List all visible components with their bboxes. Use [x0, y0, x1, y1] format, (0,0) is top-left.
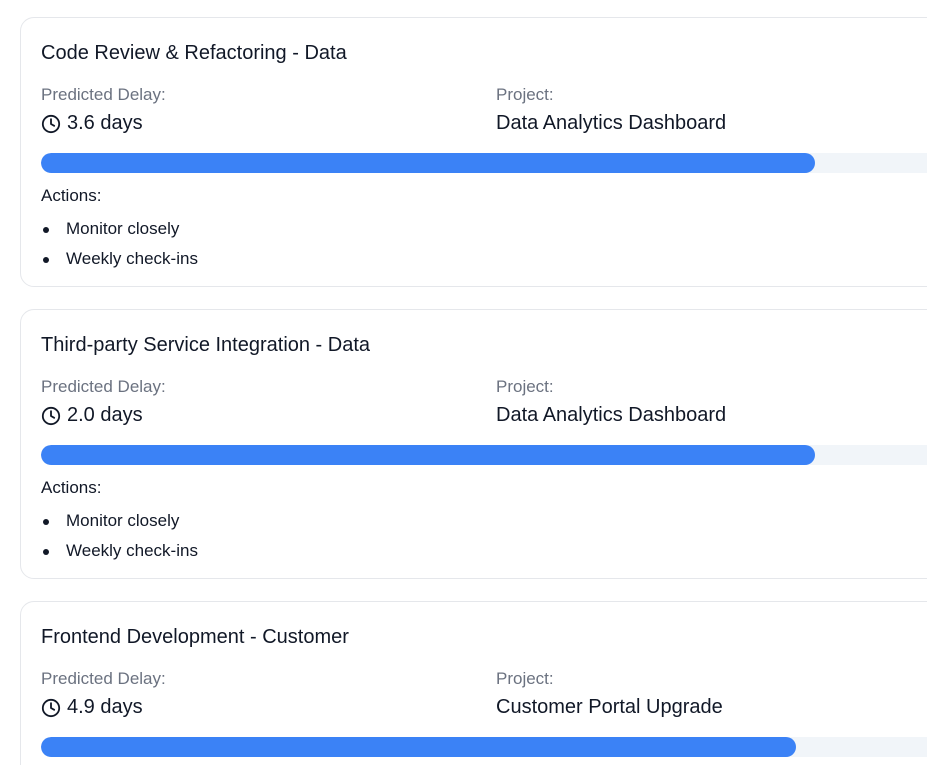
risk-card: Frontend Development - Customer Predicte…	[20, 601, 927, 765]
project-name: Customer Portal Upgrade	[496, 696, 723, 718]
card-title: Frontend Development - Customer	[41, 626, 349, 648]
action-item: Monitor closely	[41, 506, 198, 536]
project-name: Data Analytics Dashboard	[496, 404, 727, 426]
project-label: Project:	[496, 377, 554, 396]
delay-days-text: 3.6 days	[67, 112, 143, 134]
card-title: Code Review & Refactoring - Data	[41, 42, 347, 64]
risk-card: Third-party Service Integration - Data P…	[20, 309, 927, 579]
delay-progress-bar	[41, 737, 927, 757]
predicted-delay-label: Predicted Delay:	[41, 85, 166, 104]
delay-days-text: 4.9 days	[67, 696, 143, 718]
project-label: Project:	[496, 85, 554, 104]
action-text: Monitor closely	[66, 511, 180, 530]
actions-heading: Actions:	[41, 478, 102, 497]
clock-icon	[41, 698, 61, 717]
delay-progress-fill	[41, 445, 815, 465]
delay-days-text: 2.0 days	[67, 404, 143, 426]
action-text: Monitor closely	[66, 219, 180, 238]
card-title: Third-party Service Integration - Data	[41, 334, 371, 356]
risk-card-list: Code Review & Refactoring - Data Predict…	[0, 0, 927, 765]
clock-icon	[41, 406, 61, 425]
actions-heading: Actions:	[41, 186, 102, 205]
delay-progress-bar	[41, 153, 927, 173]
action-item: Monitor closely	[41, 214, 198, 244]
risk-card: Code Review & Refactoring - Data Predict…	[20, 17, 927, 287]
bullet-icon	[43, 519, 49, 525]
actions-list: Monitor closely Weekly check-ins	[41, 214, 198, 274]
predicted-delay-label: Predicted Delay:	[41, 377, 166, 396]
delay-progress-fill	[41, 737, 797, 757]
project-name: Data Analytics Dashboard	[496, 112, 727, 134]
project-label: Project:	[496, 669, 554, 688]
predicted-delay-label: Predicted Delay:	[41, 669, 166, 688]
action-item: Weekly check-ins	[41, 536, 198, 566]
action-item: Weekly check-ins	[41, 244, 198, 274]
action-text: Weekly check-ins	[66, 249, 198, 268]
bullet-icon	[43, 549, 49, 555]
bullet-icon	[43, 257, 49, 263]
action-text: Weekly check-ins	[66, 541, 198, 560]
actions-list: Monitor closely Weekly check-ins	[41, 506, 198, 566]
predicted-delay-value: 4.9 days	[41, 696, 143, 719]
delay-progress-fill	[41, 153, 815, 173]
predicted-delay-value: 2.0 days	[41, 404, 143, 427]
predicted-delay-value: 3.6 days	[41, 112, 143, 135]
bullet-icon	[43, 227, 49, 233]
delay-progress-bar	[41, 445, 927, 465]
clock-icon	[41, 114, 61, 133]
